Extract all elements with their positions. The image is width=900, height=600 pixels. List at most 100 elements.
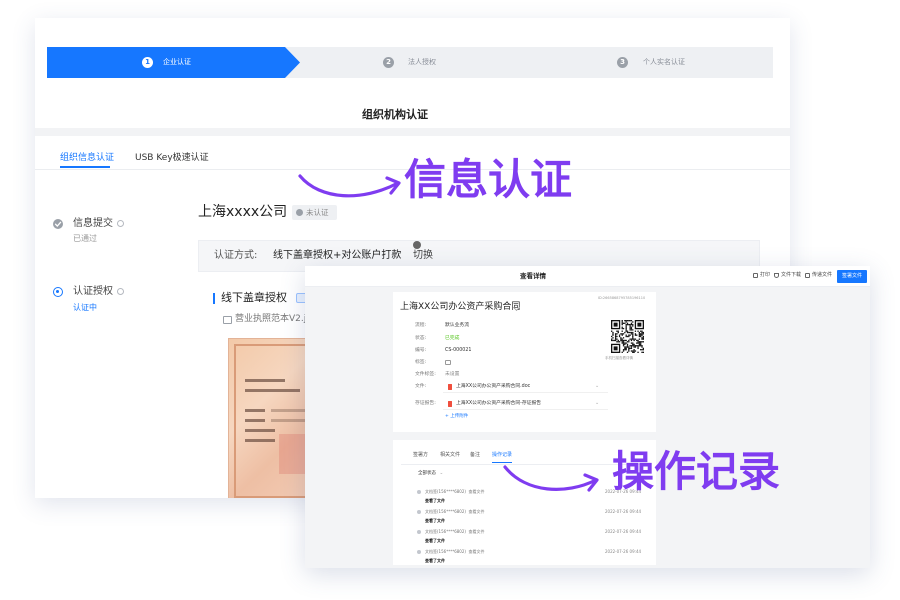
- qr-module: [632, 345, 634, 347]
- tab-signers[interactable]: 签署方: [413, 452, 428, 459]
- qr-module: [629, 331, 631, 334]
- qr-module: [628, 335, 630, 338]
- help-icon[interactable]: [117, 287, 124, 295]
- qr-module: [630, 346, 633, 348]
- record-actor-name: 文档签(156****6802): [425, 529, 466, 534]
- chevron-down-icon[interactable]: ⌄: [595, 383, 599, 390]
- qr-module: [626, 335, 629, 338]
- method-label: 认证方式:: [214, 250, 258, 261]
- qr-module: [616, 333, 618, 335]
- help-icon[interactable]: [117, 219, 124, 227]
- qr-module: [620, 337, 622, 339]
- record-actor-name: 文档签(156****6802): [425, 489, 466, 494]
- qr-code: [611, 320, 644, 353]
- qr-module: [638, 334, 641, 336]
- qr-module: [629, 329, 631, 331]
- step-1-label[interactable]: 企业认证: [163, 57, 191, 68]
- transfer-icon[interactable]: [805, 273, 810, 278]
- license-file-name[interactable]: 营业执照范本V2.jp: [235, 314, 312, 325]
- qr-module: [636, 345, 638, 347]
- qr-module: [642, 347, 644, 350]
- qr-module: [625, 327, 627, 330]
- qr-module: [638, 341, 641, 343]
- qr-module: [626, 351, 629, 353]
- qr-module: [641, 349, 643, 351]
- qr-module: [629, 347, 631, 350]
- upload-attachment-link[interactable]: + 上传附件: [445, 414, 468, 420]
- qr-module: [621, 321, 623, 323]
- qr-module: [621, 323, 623, 326]
- qr-module: [632, 343, 634, 346]
- contract-file-row[interactable]: 上海XX公司办公资产采购合同.doc ⌄: [443, 381, 608, 393]
- tab-operation-log[interactable]: 操作记录: [492, 452, 512, 459]
- tab-notes[interactable]: 备注: [470, 452, 480, 459]
- qr-module: [630, 350, 633, 352]
- record-detail: 查看了文件: [425, 518, 445, 523]
- qr-module: [641, 331, 643, 334]
- sign-file-button[interactable]: 签署文件: [837, 270, 867, 283]
- tab-org-info[interactable]: 组织信息认证: [60, 152, 114, 164]
- step-authorize-status: 认证中: [73, 303, 97, 312]
- qr-module: [640, 343, 642, 346]
- qr-module: [632, 350, 634, 352]
- qr-module: [628, 339, 630, 342]
- qr-module: [621, 326, 623, 328]
- qr-module: [625, 334, 627, 336]
- qr-module: [620, 338, 622, 340]
- tag-icon[interactable]: [445, 360, 451, 365]
- section-title: 线下盖章授权: [221, 291, 287, 304]
- evidence-report-row[interactable]: 上海XX公司办公资产采购合同-存证报告 ⌄: [443, 398, 608, 410]
- tab-related-files[interactable]: 相关文件: [440, 452, 460, 459]
- qr-module: [640, 341, 642, 343]
- qr-module: [614, 339, 617, 342]
- print-button[interactable]: 打印: [760, 272, 770, 279]
- record-dot-icon: [417, 490, 421, 494]
- qr-module: [612, 337, 614, 339]
- qr-module: [633, 345, 635, 347]
- download-icon[interactable]: [774, 273, 779, 278]
- qr-module: [634, 338, 637, 340]
- tab-usb-key[interactable]: USB Key极速认证: [135, 152, 209, 164]
- qr-module: [612, 334, 614, 336]
- step-2-label[interactable]: 法人授权: [408, 57, 436, 68]
- download-button[interactable]: 文件下载: [781, 272, 801, 279]
- qr-module: [617, 331, 619, 334]
- check-icon: [53, 219, 63, 229]
- transfer-button[interactable]: 传递文件: [812, 272, 832, 279]
- qr-module: [613, 339, 615, 342]
- document-icon: [448, 384, 452, 390]
- qr-module: [629, 320, 631, 322]
- qr-module: [638, 338, 641, 340]
- record-actor: 文档签(156****6802) 查看文件: [425, 489, 484, 494]
- field-file-tag-value[interactable]: 未设置: [445, 372, 459, 378]
- detail-header: 查看详情 打印 文件下载 传递文件 签署文件: [305, 266, 870, 287]
- chevron-down-icon[interactable]: ⌄: [595, 400, 599, 407]
- qr-module: [625, 349, 627, 351]
- qr-module: [628, 323, 630, 326]
- qr-module: [638, 331, 641, 334]
- qr-module: [632, 334, 634, 336]
- step-authorize[interactable]: 认证授权: [73, 286, 124, 298]
- step-3-label[interactable]: 个人实名认证: [643, 57, 685, 68]
- field-label: 文件:: [415, 384, 427, 389]
- qr-module: [621, 342, 623, 344]
- qr-module: [634, 333, 637, 335]
- qr-module: [628, 349, 630, 351]
- step-info-submit[interactable]: 信息提交: [73, 218, 124, 230]
- qr-module: [625, 321, 627, 323]
- field-label: 标签:: [415, 360, 427, 365]
- qr-module: [632, 323, 634, 326]
- step-info-submit-status: 已通过: [73, 234, 97, 243]
- qr-module: [642, 351, 644, 353]
- qr-module: [628, 331, 630, 334]
- print-icon[interactable]: [753, 273, 758, 278]
- qr-module: [633, 349, 635, 351]
- qr-module: [637, 330, 639, 332]
- qr-module: [640, 334, 642, 336]
- document-icon: [448, 401, 452, 407]
- qr-module: [624, 342, 626, 344]
- status-filter-select[interactable]: 全部状态 ⌄: [418, 471, 443, 477]
- qr-module: [634, 334, 637, 336]
- qr-module: [616, 341, 618, 343]
- field-label: 流程:: [415, 323, 427, 328]
